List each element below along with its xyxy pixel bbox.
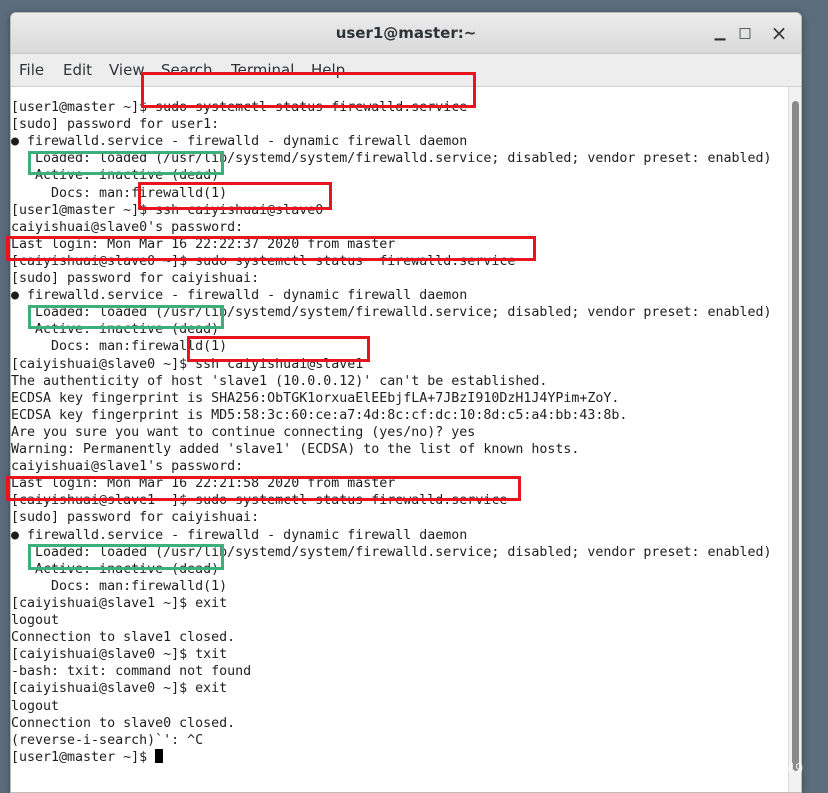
- terminal-line: -bash: txit: command not found: [11, 664, 252, 680]
- highlight-box: [6, 476, 521, 501]
- terminal-window: user1@master:~ ▁ □ × File Edit View Sear…: [10, 12, 802, 793]
- terminal-line: ECDSA key fingerprint is SHA256:ObTGK1or…: [11, 390, 620, 406]
- highlight-box: [138, 182, 332, 210]
- terminal-line: ● firewalld.service - firewalld - dynami…: [11, 288, 468, 304]
- highlight-box: [187, 336, 370, 362]
- terminal-line: The authenticity of host 'slave1 (10.0.0…: [11, 373, 548, 389]
- terminal-line: Warning: Permanently added 'slave1' (ECD…: [11, 442, 580, 457]
- window-title: user1@master:~: [335, 24, 477, 42]
- terminal-line: [caiyishuai@slave0 ~]$ exit: [11, 681, 228, 697]
- terminal-line: Connection to slave0 closed.: [11, 715, 236, 731]
- terminal-line: caiyishuai@slave1's password:: [11, 459, 244, 475]
- highlight-box-green: [28, 544, 224, 570]
- title-bar[interactable]: user1@master:~ ▁ □ ×: [11, 13, 801, 54]
- menu-view[interactable]: View: [109, 60, 145, 80]
- highlight-box-green: [28, 151, 224, 175]
- terminal-line: [sudo] password for caiyishuai:: [11, 271, 260, 286]
- terminal-line: logout: [11, 698, 60, 714]
- close-icon[interactable]: ×: [767, 21, 791, 45]
- terminal-line: (reverse-i-search)`': ^C: [11, 732, 204, 748]
- terminal-line: caiyishuai@slave0's password:: [11, 219, 244, 235]
- terminal-line: [caiyishuai@slave0 ~]$ txit: [11, 647, 228, 663]
- scrollbar[interactable]: [788, 87, 801, 792]
- terminal-line: Connection to slave1 closed.: [11, 630, 236, 646]
- terminal-line: [sudo] password for user1:: [11, 117, 220, 133]
- text-cursor: [155, 748, 164, 763]
- highlight-box: [6, 236, 536, 261]
- terminal-line: [sudo] password for caiyishuai:: [11, 510, 260, 526]
- scrollbar-thumb[interactable]: [792, 101, 799, 771]
- terminal-line: Are you sure you want to continue connec…: [11, 424, 476, 440]
- terminal-line: ECDSA key fingerprint is MD5:58:3c:60:ce…: [11, 407, 628, 423]
- terminal-line: [user1@master ~]$: [11, 748, 164, 766]
- highlight-box: [141, 72, 476, 108]
- terminal-line: Docs: man:firewalld(1): [11, 578, 228, 594]
- highlight-box-green: [28, 305, 224, 329]
- terminal-line: logout: [11, 613, 60, 628]
- terminal-line: ● firewalld.service - firewalld - dynami…: [11, 134, 468, 150]
- terminal-line: [caiyishuai@slave1 ~]$ exit: [11, 595, 228, 611]
- terminal-output[interactable]: [user1@master ~]$ sudo systemctl status …: [11, 87, 787, 792]
- minimize-icon[interactable]: ▁: [708, 21, 732, 45]
- watermark-text: https://blog.csdn.net/qq_40875849: [575, 762, 804, 777]
- terminal-line: ● firewalld.service - firewalld - dynami…: [11, 527, 468, 543]
- menu-edit[interactable]: Edit: [63, 60, 92, 80]
- menu-file[interactable]: File: [19, 60, 44, 80]
- maximize-icon[interactable]: □: [733, 21, 757, 45]
